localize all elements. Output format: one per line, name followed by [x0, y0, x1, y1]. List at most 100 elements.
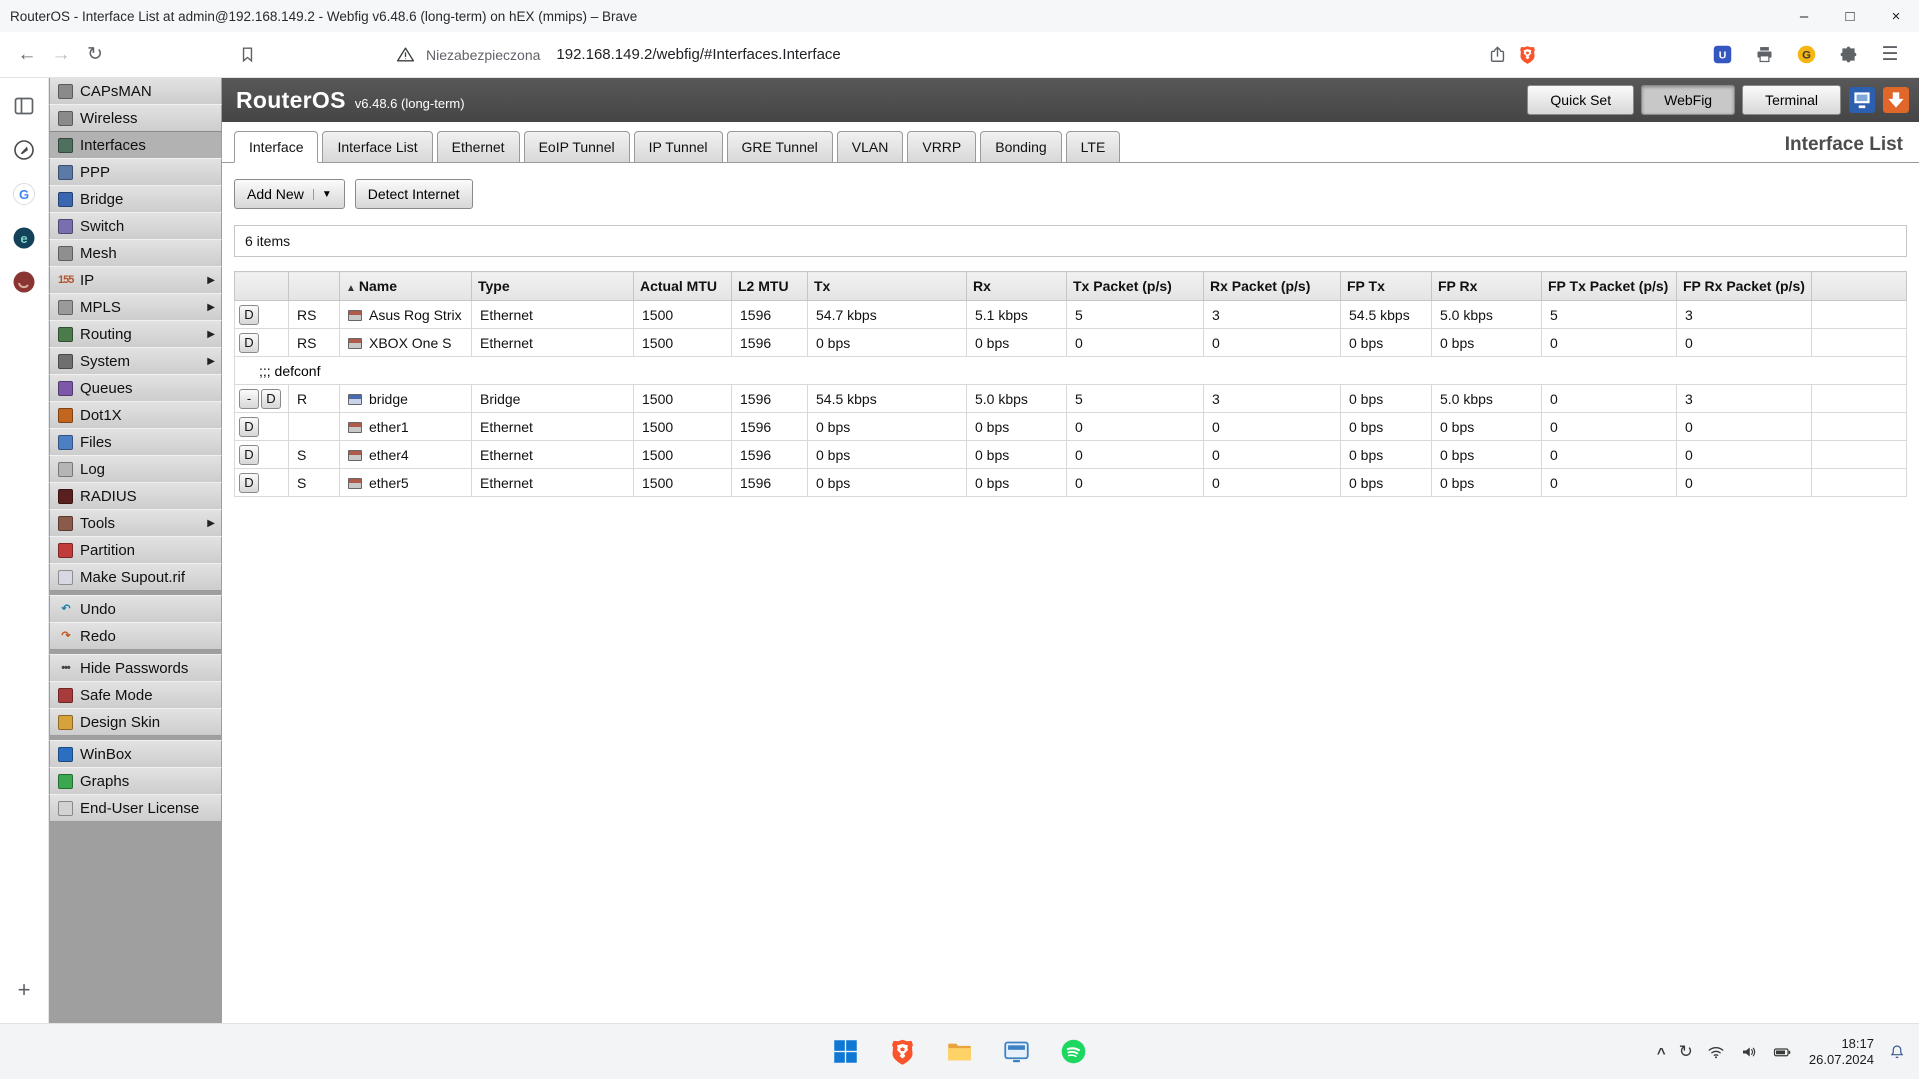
disable-button[interactable]: D: [239, 472, 259, 493]
sidebar-item-bridge[interactable]: Bridge: [49, 185, 222, 213]
logout-icon-button[interactable]: [1883, 87, 1909, 113]
column-header-rx[interactable]: Rx: [966, 271, 1067, 301]
tray-chevron-up-icon[interactable]: ^: [1657, 1045, 1666, 1062]
column-header-name[interactable]: ▲ Name: [339, 271, 472, 301]
column-header-l2-mtu[interactable]: L2 MTU: [731, 271, 808, 301]
tray-sync-icon[interactable]: ↻: [1679, 1042, 1693, 1062]
brave-shield-icon[interactable]: [1512, 40, 1542, 70]
sidebar-panel-toggle-icon[interactable]: [10, 92, 38, 120]
sidebar-item-wireless[interactable]: Wireless: [49, 104, 222, 132]
interface-name-cell[interactable]: ether1: [339, 412, 472, 441]
sidebar-item-mesh[interactable]: Mesh: [49, 239, 222, 267]
interface-row[interactable]: D RS XBOX One S Ethernet 1500 1596 0 bps 0 bps 0…: [234, 328, 1907, 357]
terminal-button[interactable]: Terminal: [1742, 85, 1841, 115]
sidebar-item-dot1x[interactable]: Dot1X: [49, 401, 222, 429]
printer-extension-icon[interactable]: [1749, 40, 1779, 70]
maximize-button[interactable]: □: [1827, 0, 1873, 32]
sidebar-add-icon[interactable]: +: [18, 977, 31, 1003]
volume-icon[interactable]: [1739, 1042, 1759, 1062]
detect-internet-button[interactable]: Detect Internet: [354, 179, 473, 209]
address-bar-url[interactable]: 192.168.149.2/webfig/#Interfaces.Interfa…: [556, 46, 840, 63]
wifi-icon[interactable]: [1706, 1042, 1726, 1062]
sidebar-item-files[interactable]: Files: [49, 428, 222, 456]
tab-interface-list[interactable]: Interface List: [322, 131, 433, 163]
tab-ethernet[interactable]: Ethernet: [436, 131, 520, 163]
sidebar-item-system[interactable]: System ▶: [49, 347, 222, 375]
disable-button[interactable]: D: [239, 332, 259, 353]
interface-name-cell[interactable]: bridge: [339, 384, 472, 413]
sidebar-item-capsman[interactable]: CAPsMAN: [49, 78, 222, 105]
sidebar-item-ip[interactable]: 155 IP ▶: [49, 266, 222, 294]
sidebar-item-queues[interactable]: Queues: [49, 374, 222, 402]
column-header-fp-rx-packet-p-s[interactable]: FP Rx Packet (p/s): [1676, 271, 1812, 301]
remove-button[interactable]: -: [239, 388, 259, 409]
sidebar-item-redo[interactable]: ↷ Redo: [49, 622, 222, 650]
spotify-icon[interactable]: [1054, 1032, 1094, 1072]
tab-vrrp[interactable]: VRRP: [907, 131, 977, 163]
interface-row[interactable]: D Sether5 Ethernet 1500 1596 0 bps 0 bps 0 0 0 bp…: [234, 468, 1907, 497]
tab-ip-tunnel[interactable]: IP Tunnel: [633, 131, 723, 163]
comment-row[interactable]: ;;; defconf: [234, 356, 1907, 385]
monitor-app-icon[interactable]: [997, 1032, 1037, 1072]
windows-start-icon[interactable]: [826, 1032, 866, 1072]
sidebar-item-log[interactable]: Log: [49, 455, 222, 483]
disable-button[interactable]: D: [239, 416, 259, 437]
sidebar-item-interfaces[interactable]: Interfaces: [49, 131, 222, 159]
tab-bonding[interactable]: Bonding: [980, 131, 1062, 163]
back-icon[interactable]: ←: [10, 38, 44, 72]
tab-eoip-tunnel[interactable]: EoIP Tunnel: [523, 131, 630, 163]
interface-row[interactable]: D Sether4 Ethernet 1500 1596 0 bps 0 bps 0 0 0 bp…: [234, 440, 1907, 469]
sidebar-item-radius[interactable]: RADIUS: [49, 482, 222, 510]
google-shortcut-icon[interactable]: G: [10, 180, 38, 208]
sidebar-item-design-skin[interactable]: Design Skin: [49, 708, 222, 736]
sidebar-item-winbox[interactable]: WinBox: [49, 740, 222, 768]
sidebar-item-hide-passwords[interactable]: ••• Hide Passwords: [49, 654, 222, 682]
sidebar-item-ppp[interactable]: PPP: [49, 158, 222, 186]
column-header-actual-mtu[interactable]: Actual MTU: [633, 271, 732, 301]
interface-name-cell[interactable]: Asus Rog Strix: [339, 300, 472, 329]
share-icon[interactable]: [1482, 40, 1512, 70]
tab-interface[interactable]: Interface: [234, 131, 319, 163]
battery-icon[interactable]: [1772, 1042, 1792, 1062]
quick-set-button[interactable]: Quick Set: [1527, 85, 1635, 115]
interface-row[interactable]: D RS Asus Rog Strix Ethernet 1500 1596 54.7 kb…: [234, 300, 1907, 329]
interface-name-cell[interactable]: ether5: [339, 468, 472, 497]
leo-ai-icon[interactable]: [10, 136, 38, 164]
sidebar-item-make-supout-rif[interactable]: Make Supout.rif: [49, 563, 222, 591]
column-header-tx-packet-p-s[interactable]: Tx Packet (p/s): [1066, 271, 1204, 301]
sidebar-item-switch[interactable]: Switch: [49, 212, 222, 240]
bookmark-icon[interactable]: [232, 40, 262, 70]
puzzle-extensions-icon[interactable]: [1833, 40, 1863, 70]
app-shortcut-icon[interactable]: [10, 268, 38, 296]
sidebar-item-graphs[interactable]: Graphs: [49, 767, 222, 795]
edge-shortcut-icon[interactable]: e: [10, 224, 38, 252]
disable-button[interactable]: D: [239, 304, 259, 325]
column-header-fp-tx[interactable]: FP Tx: [1340, 271, 1432, 301]
interface-name-cell[interactable]: ether4: [339, 440, 472, 469]
file-explorer-icon[interactable]: [940, 1032, 980, 1072]
interface-row[interactable]: Dether1 Ethernet 1500 1596 0 bps 0 bps 0 0 0 bps…: [234, 412, 1907, 441]
sidebar-item-mpls[interactable]: MPLS ▶: [49, 293, 222, 321]
interface-row[interactable]: - D Rbridge Bridge 1500 1596 54.5 kbps 5.0 kbps…: [234, 384, 1907, 413]
forward-icon[interactable]: →: [44, 38, 78, 72]
webfig-button[interactable]: WebFig: [1641, 85, 1736, 115]
notification-bell-icon[interactable]: [1887, 1042, 1907, 1062]
brave-browser-icon[interactable]: [883, 1032, 923, 1072]
menu-icon[interactable]: ☰: [1875, 43, 1905, 66]
sidebar-item-safe-mode[interactable]: Safe Mode: [49, 681, 222, 709]
tab-lte[interactable]: LTE: [1065, 131, 1121, 163]
minimize-button[interactable]: –: [1781, 0, 1827, 32]
column-header-tx[interactable]: Tx: [807, 271, 967, 301]
interface-name-cell[interactable]: XBOX One S: [339, 328, 472, 357]
reload-icon[interactable]: ↻: [78, 38, 112, 72]
sidebar-item-undo[interactable]: ↶ Undo: [49, 595, 222, 623]
column-header-type[interactable]: Type: [471, 271, 634, 301]
column-header-rx-packet-p-s[interactable]: Rx Packet (p/s): [1203, 271, 1341, 301]
tab-gre-tunnel[interactable]: GRE Tunnel: [726, 131, 833, 163]
sidebar-item-routing[interactable]: Routing ▶: [49, 320, 222, 348]
tab-vlan[interactable]: VLAN: [836, 131, 904, 163]
column-header-fp-tx-packet-p-s[interactable]: FP Tx Packet (p/s): [1541, 271, 1677, 301]
blue-shield-extension-icon[interactable]: U: [1707, 40, 1737, 70]
yellow-g-extension-icon[interactable]: G: [1791, 40, 1821, 70]
disable-button[interactable]: D: [239, 444, 259, 465]
